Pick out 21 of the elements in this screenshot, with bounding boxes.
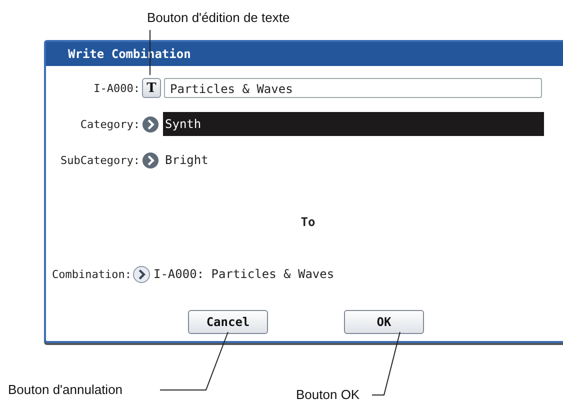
field-label: SubCategory: [60, 154, 140, 166]
callout-label: Bouton d'annulation [8, 382, 123, 397]
chevron-icon[interactable] [142, 116, 159, 132]
leader-line [372, 332, 400, 396]
cancel-button[interactable]: Cancel [188, 310, 268, 334]
text-edit-button[interactable]: T [142, 78, 161, 98]
field-label: Combination: [52, 268, 132, 280]
ok-button[interactable]: OK [344, 310, 424, 334]
field-label: Category: [79, 118, 140, 130]
name-field[interactable]: Particles & Waves [164, 78, 542, 98]
selected-value[interactable]: Synth [163, 112, 544, 136]
callout-label: Bouton d'édition de texte [147, 10, 290, 25]
leader-line [160, 332, 228, 390]
to-label: To [300, 214, 316, 231]
field-value[interactable]: Bright [163, 148, 544, 172]
chevron-icon[interactable] [142, 152, 159, 168]
callout-label: Bouton OK [296, 387, 360, 402]
window-title: Write Combination [46, 42, 563, 66]
chevron-icon[interactable] [133, 266, 150, 282]
field-value: I-A000: Particles & Waves [153, 267, 334, 281]
field-label: I-A000: [92, 82, 140, 94]
